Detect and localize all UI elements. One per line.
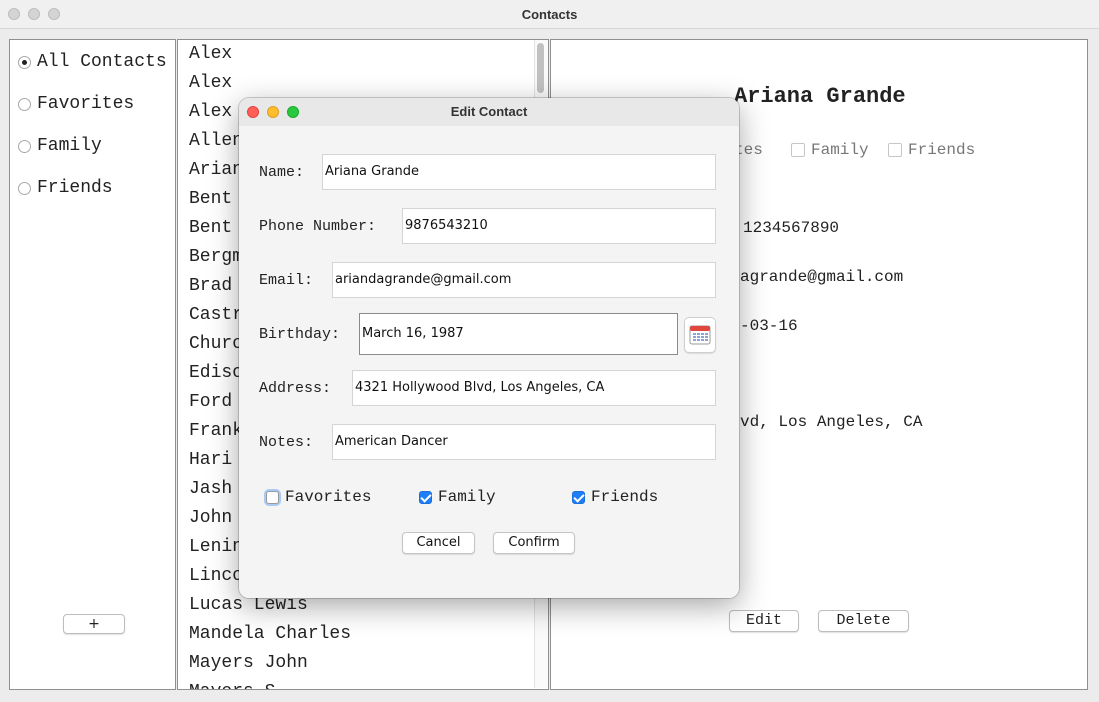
contact-list-item[interactable]: Lucas Lewis (189, 595, 308, 615)
contact-list-item[interactable]: Ford (189, 392, 232, 412)
email-field[interactable]: ariandagrande@gmail.com (332, 262, 716, 298)
contact-list-item[interactable]: Linco (189, 566, 243, 586)
detail-address: vd, Los Angeles, CA (740, 413, 923, 431)
contact-list-item[interactable]: Lenin (189, 537, 243, 557)
filter-label: Favorites (37, 94, 135, 114)
detail-family-checkbox: Family (791, 141, 869, 159)
contact-list-item[interactable]: Brad (189, 276, 232, 296)
family-checkbox[interactable]: Family (419, 488, 496, 506)
contact-list-item[interactable]: Arian (189, 160, 243, 180)
contact-list-item[interactable]: Mandela Charles (189, 624, 351, 644)
phone-field[interactable]: 9876543210 (402, 208, 716, 244)
contact-list-item[interactable]: Mayers S (189, 682, 275, 689)
dialog-titlebar: Edit Contact (239, 98, 739, 127)
edit-contact-dialog: Edit Contact Name: Ariana Grande Phone N… (239, 98, 739, 598)
radio-icon (18, 139, 31, 153)
birthday-field[interactable]: March 16, 1987 (359, 313, 678, 355)
detail-friends-text: Friends (908, 141, 976, 159)
confirm-button[interactable]: Confirm (493, 532, 575, 554)
checkmark-icon (572, 490, 585, 504)
cancel-button[interactable]: Cancel (402, 532, 475, 554)
birthday-label: Birthday: (259, 326, 341, 343)
email-label: Email: (259, 272, 314, 289)
window-title: Contacts (521, 7, 578, 22)
calendar-icon (689, 325, 711, 345)
contact-list-item[interactable]: Frank (189, 421, 243, 441)
contact-list-item[interactable]: Alex (189, 102, 232, 122)
window-titlebar: Contacts (0, 0, 1099, 29)
contact-list-item[interactable]: Ediso (189, 363, 243, 383)
phone-label: Phone Number: (259, 218, 377, 235)
name-label: Name: (259, 164, 305, 181)
detail-friends-checkbox: Friends (888, 141, 975, 159)
contact-list-item[interactable]: Alex (189, 73, 232, 93)
contact-list-item[interactable]: Bergm (189, 247, 243, 267)
detail-family-text: Family (811, 141, 869, 159)
notes-field[interactable]: American Dancer (332, 424, 716, 460)
list-scrollbar-thumb[interactable] (537, 43, 544, 93)
checkmark-icon (419, 490, 432, 504)
filter-label: Family (37, 136, 102, 156)
friends-checkbox-label: Friends (591, 488, 659, 506)
filter-friends[interactable]: Friends (18, 178, 113, 198)
filter-favorites[interactable]: Favorites (18, 94, 134, 114)
radio-icon (18, 181, 31, 195)
notes-label: Notes: (259, 434, 314, 451)
contact-list-item[interactable]: Castr (189, 305, 243, 325)
detail-email: agrande@gmail.com (740, 268, 904, 286)
detail-name: Ariana Grande (734, 84, 906, 109)
contact-list-item[interactable]: Allen (189, 131, 243, 151)
detail-phone: 1234567890 (743, 219, 840, 237)
contact-list-item[interactable]: Bent (189, 218, 232, 238)
name-field[interactable]: Ariana Grande (322, 154, 716, 190)
contact-list-item[interactable]: Jash (189, 479, 232, 499)
contact-list-item[interactable]: Alex (189, 44, 232, 64)
checkbox-icon (266, 490, 279, 504)
contact-list-item[interactable]: John (189, 508, 232, 528)
filter-all-contacts[interactable]: All Contacts (18, 52, 167, 72)
address-field[interactable]: 4321 Hollywood Blvd, Los Angeles, CA (352, 370, 716, 406)
filter-family[interactable]: Family (18, 136, 102, 156)
calendar-picker-button[interactable] (684, 317, 716, 353)
filter-label: All Contacts (37, 52, 167, 72)
filter-label: Friends (37, 178, 113, 198)
contact-list-item[interactable]: Bent (189, 189, 232, 209)
edit-button[interactable]: Edit (729, 610, 799, 632)
contact-list-item[interactable]: Hari (189, 450, 232, 470)
filter-sidebar: All Contacts Favorites Family Friends + (9, 39, 176, 690)
address-label: Address: (259, 380, 332, 397)
contact-list-item[interactable]: Churc (189, 334, 243, 354)
favorites-checkbox-label: Favorites (285, 488, 372, 506)
contact-list-item[interactable]: Mayers John (189, 653, 308, 673)
friends-checkbox[interactable]: Friends (572, 488, 658, 506)
dialog-title: Edit Contact (450, 104, 528, 119)
dialog-body: Name: Ariana Grande Phone Number: 987654… (239, 126, 739, 598)
radio-icon (18, 55, 31, 69)
detail-birthday: -03-16 (740, 317, 798, 335)
radio-icon (18, 97, 31, 111)
family-checkbox-label: Family (438, 488, 496, 506)
delete-button[interactable]: Delete (818, 610, 909, 632)
favorites-checkbox[interactable]: Favorites (266, 488, 371, 506)
add-contact-button[interactable]: + (63, 614, 125, 634)
